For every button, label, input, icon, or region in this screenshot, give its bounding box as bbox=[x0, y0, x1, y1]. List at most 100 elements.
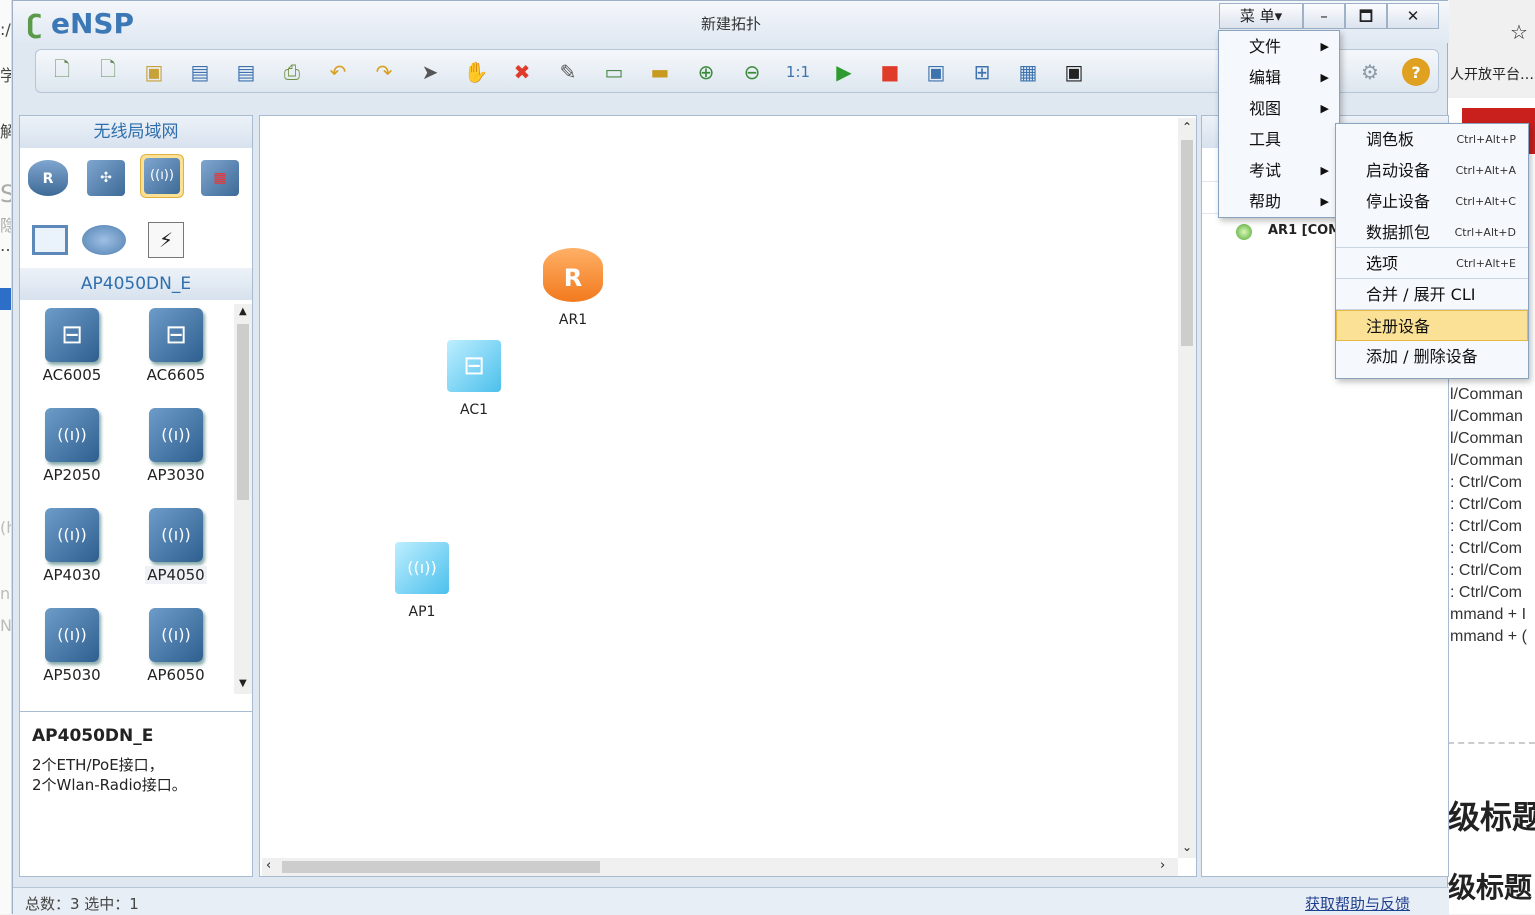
device-item[interactable]: ((ı)) AP3030 bbox=[126, 402, 226, 498]
canvas-hscrollbar[interactable]: ‹ › bbox=[262, 858, 1178, 876]
firewall-category-icon[interactable]: ▦ bbox=[198, 156, 242, 200]
scroll-down-icon[interactable]: ⌄ bbox=[1182, 840, 1192, 854]
open-icon[interactable]: ▣ bbox=[140, 58, 168, 86]
scroll-right-icon[interactable]: › bbox=[1160, 858, 1165, 873]
stop-icon[interactable]: ■ bbox=[876, 58, 904, 86]
fragment-text: na bbox=[0, 584, 11, 603]
cli-icon[interactable]: ▣ bbox=[1060, 58, 1088, 86]
pc-category-icon[interactable] bbox=[28, 218, 72, 262]
browser-tab-text[interactable]: 人开放平台… bbox=[1450, 64, 1534, 84]
menu-item-options[interactable]: 选项 Ctrl+Alt+E bbox=[1336, 248, 1528, 279]
help-feedback-link[interactable]: 获取帮助与反馈 bbox=[1305, 893, 1410, 914]
menu-item-tools[interactable]: 工具 bbox=[1219, 124, 1339, 155]
menu-item-register-device[interactable]: 注册设备 bbox=[1336, 310, 1528, 341]
menu-item-stop-device[interactable]: 停止设备 Ctrl+Alt+C bbox=[1336, 186, 1528, 217]
menu-label: 注册设备 bbox=[1366, 317, 1431, 336]
connection-category-icon[interactable]: ⚡ bbox=[144, 218, 188, 262]
menu-item-file[interactable]: 文件 ▶ bbox=[1219, 31, 1339, 62]
topology-node-ac1[interactable]: ⊟ AC1 bbox=[444, 340, 504, 418]
device-item[interactable]: ⊟ AC6605 bbox=[126, 302, 226, 398]
maximize-button[interactable]: 🗖 bbox=[1345, 3, 1387, 29]
device-list: ⊟ AC6005 ⊟ AC6605 ((ı)) AP2050 ((ı)) AP3030 … bbox=[20, 302, 232, 692]
menu-item-capture[interactable]: 数据抓包 Ctrl+Alt+D bbox=[1336, 217, 1528, 248]
menu-item-view[interactable]: 视图 ▶ bbox=[1219, 93, 1339, 124]
menu-item-edit[interactable]: 编辑 ▶ bbox=[1219, 62, 1339, 93]
new-test-icon[interactable]: 🗋 bbox=[94, 57, 122, 86]
article-heading: 级标题 bbox=[1448, 798, 1535, 836]
wlan-category-icon[interactable]: ((ı)) bbox=[140, 154, 184, 198]
topology-icon[interactable]: ⊞ bbox=[968, 58, 996, 86]
scroll-up-icon[interactable]: ⌃ bbox=[1182, 120, 1192, 134]
submenu-arrow-icon: ▶ bbox=[1320, 102, 1329, 115]
topology-node-ap1[interactable]: ((ı)) AP1 bbox=[392, 542, 452, 620]
code-line: l/Comman bbox=[1450, 430, 1523, 447]
menu-label: 考试 bbox=[1249, 161, 1282, 180]
menu-item-merge-cli[interactable]: 合并 / 展开 CLI bbox=[1336, 279, 1528, 310]
menu-label: 数据抓包 bbox=[1366, 223, 1431, 242]
save-icon[interactable]: ▤ bbox=[186, 58, 214, 86]
fragment-text: 解 bbox=[0, 118, 11, 142]
delete-link-icon[interactable]: ✎ bbox=[554, 58, 582, 86]
device-item[interactable]: ((ı)) AP2050 bbox=[22, 402, 122, 498]
undo-icon[interactable]: ↶ bbox=[324, 58, 352, 86]
menu-item-exam[interactable]: 考试 ▶ bbox=[1219, 155, 1339, 186]
menu-button[interactable]: 菜 单▾ bbox=[1219, 3, 1303, 29]
device-item[interactable]: ⊟ AC6005 bbox=[22, 302, 122, 398]
submenu-arrow-icon: ▶ bbox=[1320, 71, 1329, 84]
text-icon[interactable]: ▭ bbox=[600, 58, 628, 86]
zoom-in-icon[interactable]: ⊕ bbox=[692, 58, 720, 86]
code-line: mmand + ( bbox=[1450, 628, 1527, 645]
menu-item-add-remove-device[interactable]: 添加 / 删除设备 bbox=[1336, 341, 1528, 372]
select-icon[interactable]: ➤ bbox=[416, 58, 444, 86]
switch-category-icon[interactable]: ✣ bbox=[84, 156, 128, 200]
scroll-down-icon[interactable]: ▼ bbox=[239, 678, 247, 689]
zoom-out-icon[interactable]: ⊖ bbox=[738, 58, 766, 86]
device-label: AC6005 bbox=[42, 366, 102, 384]
help-icon[interactable]: ? bbox=[1402, 58, 1430, 86]
delete-icon[interactable]: ✖ bbox=[508, 58, 536, 86]
device-item-selected[interactable]: ((ı)) AP4050 bbox=[126, 502, 226, 598]
pan-icon[interactable]: ✋ bbox=[462, 58, 490, 86]
topology-canvas[interactable]: R AR1 ⊟ AC1 ((ı)) AP1 ⌃ ⌄ ‹ › bbox=[259, 115, 1197, 877]
submenu-arrow-icon: ▶ bbox=[1320, 40, 1329, 53]
topology-node-ar1[interactable]: R AR1 bbox=[538, 248, 608, 328]
canvas-vscrollbar[interactable]: ⌃ ⌄ bbox=[1178, 118, 1196, 858]
grid-icon[interactable]: ▦ bbox=[1014, 58, 1042, 86]
node-label: AC1 bbox=[459, 402, 488, 418]
scroll-left-icon[interactable]: ‹ bbox=[266, 858, 271, 873]
new-topology-icon[interactable]: 🗋 bbox=[48, 57, 76, 86]
device-list-scrollbar[interactable]: ▲ ▼ bbox=[234, 304, 252, 694]
menu-item-help[interactable]: 帮助 ▶ bbox=[1219, 186, 1339, 217]
device-status-row[interactable]: AR1 [COM bbox=[1268, 223, 1341, 238]
gear-icon[interactable]: ⚙ bbox=[1356, 58, 1384, 86]
browser-left-fragment: :/ 学 解 S 隐 … (h na Nz bbox=[0, 0, 12, 914]
scroll-thumb[interactable] bbox=[1181, 140, 1193, 346]
menu-item-palette[interactable]: 调色板 Ctrl+Alt+P bbox=[1336, 124, 1528, 155]
scroll-thumb[interactable] bbox=[237, 324, 249, 500]
desc-line: 2个Wlan-Radio接口。 bbox=[32, 776, 187, 794]
fragment-text: S bbox=[0, 180, 11, 208]
device-item[interactable]: ((ı)) AP6050 bbox=[126, 602, 226, 698]
device-item[interactable]: ((ı)) AP4030 bbox=[22, 502, 122, 598]
menu-label: 调色板 bbox=[1366, 130, 1415, 149]
menu-item-start-device[interactable]: 启动设备 Ctrl+Alt+A bbox=[1336, 155, 1528, 186]
redo-icon[interactable]: ↷ bbox=[370, 58, 398, 86]
close-button[interactable]: ✕ bbox=[1387, 3, 1439, 29]
device-label: AP3030 bbox=[147, 466, 205, 484]
device-item[interactable]: ((ı)) AP5030 bbox=[22, 602, 122, 698]
save-as-icon[interactable]: ▤ bbox=[232, 58, 260, 86]
node-label: AP1 bbox=[408, 604, 436, 620]
menu-label: 添加 / 删除设备 bbox=[1366, 347, 1478, 366]
start-icon[interactable]: ▶ bbox=[830, 58, 858, 86]
star-icon[interactable]: ☆ bbox=[1510, 20, 1528, 44]
capture-icon[interactable]: ▣ bbox=[922, 58, 950, 86]
menu-label: 文件 bbox=[1249, 37, 1282, 56]
rectangle-icon[interactable]: ▬ bbox=[646, 58, 674, 86]
router-category-icon[interactable]: R bbox=[26, 156, 70, 200]
fit-icon[interactable]: 1:1 bbox=[784, 58, 812, 86]
scroll-up-icon[interactable]: ▲ bbox=[239, 306, 247, 317]
minimize-button[interactable]: – bbox=[1303, 3, 1345, 29]
print-icon[interactable]: ⎙ bbox=[278, 58, 306, 86]
scroll-thumb[interactable] bbox=[282, 861, 600, 873]
cloud-category-icon[interactable] bbox=[82, 218, 126, 262]
